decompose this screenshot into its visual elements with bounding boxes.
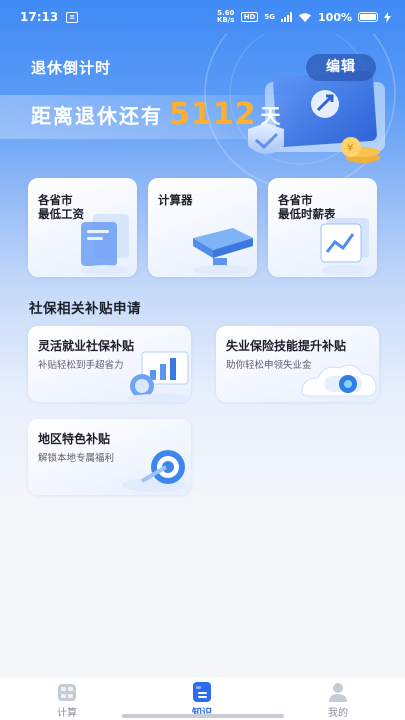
card-subtitle: 助你轻松申领失业金 <box>226 360 312 371</box>
card-title-line1: 各省市 <box>38 193 73 207</box>
unemployment-skills-subsidy-card[interactable]: 失业保险技能提升补贴 助你轻松申领失业金 <box>216 326 379 402</box>
card-title: 灵活就业社保补贴 <box>38 339 135 353</box>
home-indicator[interactable] <box>122 714 284 718</box>
battery-percent: 100% <box>318 10 352 24</box>
countdown-unit: 天 <box>260 104 281 128</box>
bar-chart-coin-icon <box>128 351 189 402</box>
card-subtitle: 解锁本地专属福利 <box>38 453 115 464</box>
card-subtitle: 补贴轻松到手超省力 <box>38 360 124 371</box>
tab-profile[interactable]: 我的 <box>303 676 373 720</box>
page-title: 退休倒计时 <box>31 59 112 77</box>
calculator-card[interactable]: 计算器 <box>148 178 257 277</box>
countdown-days: 5112 <box>169 97 257 132</box>
subsidy-section-title: 社保相关补贴申请 <box>29 301 141 317</box>
card-title-line2: 最低时薪表 <box>278 207 336 221</box>
network-speed: 5.60 KB/s <box>216 9 235 24</box>
calculator-icon <box>193 228 253 275</box>
tab-label: 计算 <box>57 708 77 719</box>
user-tab-icon <box>329 683 347 702</box>
charging-icon <box>384 11 391 23</box>
signal-icon <box>281 12 293 22</box>
tab-label: 我的 <box>328 708 348 719</box>
min-hourly-wage-card[interactable]: 各省市 最低时薪表 <box>268 178 377 277</box>
card-title: 失业保险技能提升补贴 <box>226 339 347 353</box>
battery-icon <box>358 12 378 22</box>
wifi-icon <box>299 12 312 22</box>
calculator-tab-icon <box>58 684 76 701</box>
hd-badge: HD <box>240 12 259 22</box>
card-title-line1: 计算器 <box>158 193 193 207</box>
table-chart-icon <box>320 218 369 275</box>
flexible-employment-subsidy-card[interactable]: 灵活就业社保补贴 补贴轻松到手超省力 <box>28 326 191 402</box>
regional-subsidy-card[interactable]: 地区特色补贴 解锁本地专属福利 <box>28 419 191 495</box>
status-time: 17:13 <box>20 10 59 24</box>
status-bar: 17:13 ≡ 5.60 KB/s HD 5G 100% <box>0 0 405 34</box>
card-title-line2: 最低工资 <box>38 207 84 221</box>
target-icon <box>122 450 186 492</box>
retirement-countdown: 距离退休还有 5112 天 <box>31 97 281 132</box>
countdown-prefix: 距离退休还有 <box>31 104 163 128</box>
card-title: 地区特色补贴 <box>38 432 111 446</box>
network-type: 5G <box>264 13 276 21</box>
svg-text:¥: ¥ <box>347 143 353 154</box>
card-title-line1: 各省市 <box>278 193 313 207</box>
document-tab-icon <box>193 682 211 702</box>
min-wage-card[interactable]: 各省市 最低工资 <box>28 178 137 277</box>
tab-calculate[interactable]: 计算 <box>32 676 102 720</box>
notification-icon: ≡ <box>66 11 79 23</box>
edit-button[interactable]: 编辑 <box>306 54 376 81</box>
